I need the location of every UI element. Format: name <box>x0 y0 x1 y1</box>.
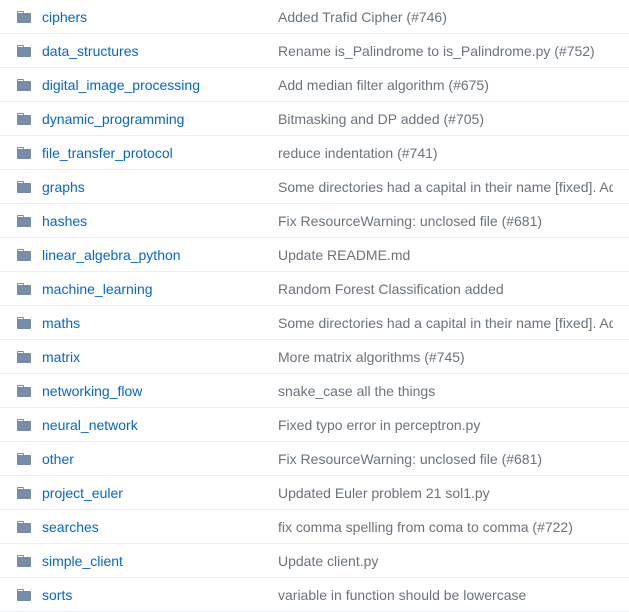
folder-icon <box>16 485 32 501</box>
commit-message[interactable]: snake_case all the things <box>278 383 613 399</box>
folder-link[interactable]: matrix <box>42 349 80 365</box>
folder-icon <box>16 451 32 467</box>
name-cell: machine_learning <box>16 281 278 297</box>
name-cell: dynamic_programming <box>16 111 278 127</box>
folder-link[interactable]: hashes <box>42 213 87 229</box>
folder-icon <box>16 417 32 433</box>
name-cell: linear_algebra_python <box>16 247 278 263</box>
commit-message[interactable]: reduce indentation (#741) <box>278 145 613 161</box>
commit-message[interactable]: Fixed typo error in perceptron.py <box>278 417 613 433</box>
name-cell: data_structures <box>16 43 278 59</box>
name-cell: networking_flow <box>16 383 278 399</box>
folder-icon <box>16 213 32 229</box>
folder-icon <box>16 43 32 59</box>
name-cell: file_transfer_protocol <box>16 145 278 161</box>
commit-message[interactable]: Update README.md <box>278 247 613 263</box>
file-row: matrix More matrix algorithms (#745) <box>0 340 629 374</box>
commit-message[interactable]: fix comma spelling from coma to comma (#… <box>278 519 613 535</box>
commit-message[interactable]: Update client.py <box>278 553 613 569</box>
name-cell: digital_image_processing <box>16 77 278 93</box>
name-cell: neural_network <box>16 417 278 433</box>
folder-icon <box>16 145 32 161</box>
folder-link[interactable]: machine_learning <box>42 281 153 297</box>
folder-link[interactable]: sorts <box>42 587 72 603</box>
name-cell: ciphers <box>16 9 278 25</box>
commit-message[interactable]: Some directories had a capital in their … <box>278 315 613 331</box>
folder-link[interactable]: linear_algebra_python <box>42 247 181 263</box>
file-row: dynamic_programming Bitmasking and DP add… <box>0 102 629 136</box>
commit-message[interactable]: Add median filter algorithm (#675) <box>278 77 613 93</box>
folder-icon <box>16 315 32 331</box>
folder-icon <box>16 179 32 195</box>
commit-message[interactable]: More matrix algorithms (#745) <box>278 349 613 365</box>
commit-message[interactable]: Updated Euler problem 21 sol1.py <box>278 485 613 501</box>
name-cell: maths <box>16 315 278 331</box>
folder-link[interactable]: digital_image_processing <box>42 77 200 93</box>
file-row: ciphers Added Trafid Cipher (#746) <box>0 0 629 34</box>
folder-icon <box>16 281 32 297</box>
folder-link[interactable]: other <box>42 451 74 467</box>
file-row: networking_flow snake_case all the things <box>0 374 629 408</box>
file-row: project_euler Updated Euler problem 21 so… <box>0 476 629 510</box>
commit-message[interactable]: Added Trafid Cipher (#746) <box>278 9 613 25</box>
file-row: simple_client Update client.py <box>0 544 629 578</box>
folder-icon <box>16 77 32 93</box>
file-row: maths Some directories had a capital in t… <box>0 306 629 340</box>
folder-icon <box>16 247 32 263</box>
folder-link[interactable]: data_structures <box>42 43 139 59</box>
commit-message[interactable]: Fix ResourceWarning: unclosed file (#681… <box>278 213 613 229</box>
file-row: file_transfer_protocol reduce indentation… <box>0 136 629 170</box>
folder-icon <box>16 587 32 603</box>
file-row: hashes Fix ResourceWarning: unclosed file… <box>0 204 629 238</box>
commit-message[interactable]: variable in function should be lowercase <box>278 587 613 603</box>
file-list: ciphers Added Trafid Cipher (#746) data_st… <box>0 0 629 612</box>
file-row: data_structures Rename is_Palindrome to i… <box>0 34 629 68</box>
folder-link[interactable]: graphs <box>42 179 85 195</box>
folder-icon <box>16 553 32 569</box>
folder-icon <box>16 111 32 127</box>
file-row: graphs Some directories had a capital in … <box>0 170 629 204</box>
folder-link[interactable]: dynamic_programming <box>42 111 184 127</box>
folder-icon <box>16 519 32 535</box>
folder-link[interactable]: maths <box>42 315 80 331</box>
folder-icon <box>16 9 32 25</box>
name-cell: hashes <box>16 213 278 229</box>
folder-icon <box>16 349 32 365</box>
file-row: digital_image_processing Add median filte… <box>0 68 629 102</box>
name-cell: sorts <box>16 587 278 603</box>
name-cell: project_euler <box>16 485 278 501</box>
file-row: other Fix ResourceWarning: unclosed file … <box>0 442 629 476</box>
name-cell: other <box>16 451 278 467</box>
name-cell: graphs <box>16 179 278 195</box>
commit-message[interactable]: Some directories had a capital in their … <box>278 179 613 195</box>
commit-message[interactable]: Random Forest Classification added <box>278 281 613 297</box>
file-row: machine_learning Random Forest Classifica… <box>0 272 629 306</box>
name-cell: searches <box>16 519 278 535</box>
folder-link[interactable]: networking_flow <box>42 383 142 399</box>
file-row: linear_algebra_python Update README.md <box>0 238 629 272</box>
commit-message[interactable]: Bitmasking and DP added (#705) <box>278 111 613 127</box>
commit-message[interactable]: Fix ResourceWarning: unclosed file (#681… <box>278 451 613 467</box>
folder-link[interactable]: neural_network <box>42 417 138 433</box>
folder-icon <box>16 383 32 399</box>
file-row: neural_network Fixed typo error in percep… <box>0 408 629 442</box>
name-cell: matrix <box>16 349 278 365</box>
folder-link[interactable]: simple_client <box>42 553 123 569</box>
name-cell: simple_client <box>16 553 278 569</box>
folder-link[interactable]: file_transfer_protocol <box>42 145 173 161</box>
folder-link[interactable]: project_euler <box>42 485 123 501</box>
commit-message[interactable]: Rename is_Palindrome to is_Palindrome.py… <box>278 43 613 59</box>
file-row: sorts variable in function should be lowe… <box>0 578 629 612</box>
folder-link[interactable]: searches <box>42 519 99 535</box>
folder-link[interactable]: ciphers <box>42 9 87 25</box>
file-row: searches fix comma spelling from coma to … <box>0 510 629 544</box>
